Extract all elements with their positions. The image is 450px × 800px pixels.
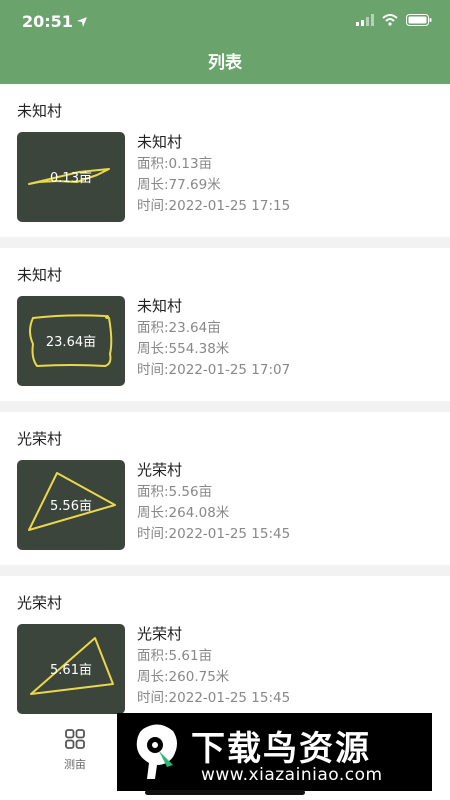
record-area: 面积:23.64亩 <box>137 320 221 336</box>
plot-thumbnail[interactable]: 5.56亩 <box>17 460 125 550</box>
watermark-url: www.xiazainiao.com <box>201 765 383 785</box>
list-item[interactable]: 未知村 23.64亩 未知村 面积:23.64亩 周长:554.38米 时间:2… <box>0 248 450 401</box>
record-time: 时间:2022-01-25 15:45 <box>137 526 291 542</box>
wifi-icon <box>382 14 398 26</box>
record-perimeter: 周长:77.69米 <box>137 177 221 193</box>
thumb-area-label: 5.56亩 <box>50 499 92 514</box>
record-time: 时间:2022-01-25 17:07 <box>137 362 291 378</box>
battery-icon <box>406 14 432 26</box>
group-title: 未知村 <box>17 266 63 284</box>
record-info: 光荣村 面积:5.61亩 周长:260.75米 时间:2022-01-25 15… <box>137 624 290 709</box>
nav-bar: 列表 <box>0 44 450 84</box>
record-area: 面积:5.56亩 <box>137 484 213 500</box>
bird-logo-icon <box>136 724 177 779</box>
tab-measure[interactable]: 测亩 <box>52 728 98 772</box>
watermark: 下载鸟资源 www.xiazainiao.com <box>117 713 432 791</box>
record-time: 时间:2022-01-25 17:15 <box>137 198 291 214</box>
grid-icon <box>65 729 85 749</box>
plot-thumbnail[interactable]: 23.64亩 <box>17 296 125 386</box>
group-title: 光荣村 <box>17 430 63 448</box>
record-info: 未知村 面积:23.64亩 周长:554.38米 时间:2022-01-25 1… <box>137 296 290 381</box>
record-name: 光荣村 <box>137 461 183 479</box>
list-item[interactable]: 未知村 0.13亩 未知村 面积:0.13亩 周长:77.69米 时间:2022… <box>0 84 450 237</box>
record-name: 未知村 <box>137 297 183 315</box>
status-time: 20:51 <box>22 12 73 31</box>
page-title: 列表 <box>208 53 242 73</box>
thumb-area-label: 0.13亩 <box>50 171 92 186</box>
record-info: 光荣村 面积:5.56亩 周长:264.08米 时间:2022-01-25 15… <box>137 460 290 545</box>
list-item[interactable]: 光荣村 5.56亩 光荣村 面积:5.56亩 周长:264.08米 时间:202… <box>0 412 450 565</box>
status-icons <box>356 14 432 26</box>
record-perimeter: 周长:264.08米 <box>137 505 230 521</box>
plot-thumbnail[interactable]: 5.61亩 <box>17 624 125 714</box>
group-title: 未知村 <box>17 102 63 120</box>
record-info: 未知村 面积:0.13亩 周长:77.69米 时间:2022-01-25 17:… <box>137 132 290 217</box>
watermark-text: 下载鸟资源 <box>191 729 371 769</box>
record-name: 未知村 <box>137 133 183 151</box>
record-area: 面积:5.61亩 <box>137 648 213 664</box>
record-perimeter: 周长:260.75米 <box>137 669 230 685</box>
record-area: 面积:0.13亩 <box>137 156 213 172</box>
tab-measure-label: 测亩 <box>64 758 86 771</box>
record-name: 光荣村 <box>137 625 183 643</box>
record-perimeter: 周长:554.38米 <box>137 341 230 357</box>
home-indicator <box>145 790 305 795</box>
group-title: 光荣村 <box>17 594 63 612</box>
thumb-area-label: 23.64亩 <box>45 335 97 350</box>
signal-icon <box>356 14 374 26</box>
list-item[interactable]: 光荣村 5.61亩 光荣村 面积:5.61亩 周长:260.75米 时间:202… <box>0 576 450 729</box>
plot-thumbnail[interactable]: 0.13亩 <box>17 132 125 222</box>
record-time: 时间:2022-01-25 15:45 <box>137 690 291 706</box>
status-bar: 20:51 <box>0 0 450 44</box>
location-arrow-icon <box>77 17 87 27</box>
record-list: 未知村 0.13亩 未知村 面积:0.13亩 周长:77.69米 时间:2022… <box>0 84 450 740</box>
thumb-area-label: 5.61亩 <box>50 663 92 678</box>
